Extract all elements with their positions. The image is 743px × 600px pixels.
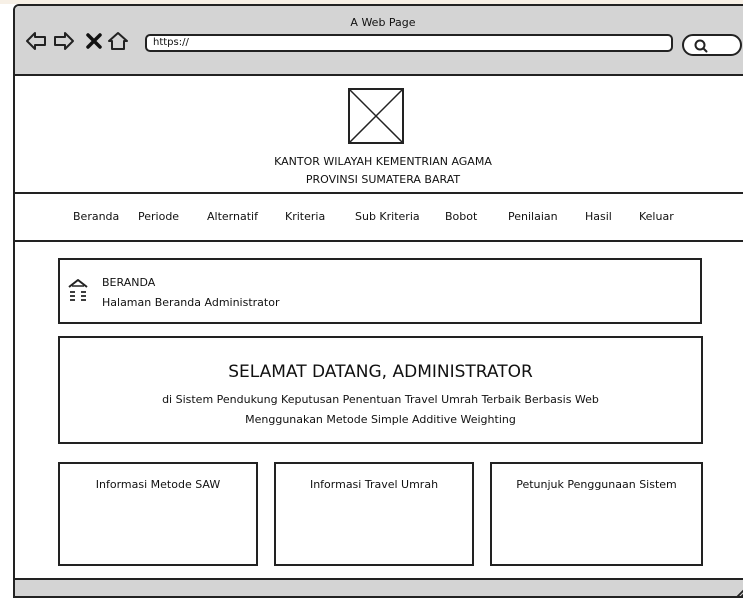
nav-item-hasil[interactable]: Hasil [585,210,612,223]
back-icon[interactable] [25,30,47,52]
status-bar [15,578,743,598]
welcome-description-line-1: di Sistem Pendukung Keputusan Penentuan … [162,393,599,406]
nav-item-penilaian[interactable]: Penilaian [508,210,558,223]
nav-item-periode[interactable]: Periode [138,210,179,223]
org-name-line-2: PROVINSI SUMATERA BARAT [305,173,461,186]
close-icon[interactable] [83,30,105,52]
org-name-line-1: KANTOR WILAYAH KEMENTRIAN AGAMA [274,155,492,168]
nav-item-kriteria[interactable]: Kriteria [285,210,325,223]
main-navigation: Beranda Periode Alternatif Kriteria Sub … [15,192,743,242]
window-title: A Web Page [350,16,416,29]
browser-window: A Web Page https:// KANTOR WILAYAH KEMEN… [13,4,743,598]
card-petunjuk-penggunaan-sistem[interactable]: Petunjuk Penggunaan Sistem [490,462,703,566]
nav-item-bobot[interactable]: Bobot [445,210,477,223]
card-title: Informasi Travel Umrah [309,478,439,491]
breadcrumb-subtitle: Halaman Beranda Administrator [102,296,280,309]
logo-image-placeholder [348,88,404,144]
nav-item-alternatif[interactable]: Alternatif [207,210,258,223]
breadcrumb-title: BERANDA [102,276,156,289]
card-informasi-metode-saw[interactable]: Informasi Metode SAW [58,462,258,566]
nav-item-beranda[interactable]: Beranda [73,210,119,223]
welcome-panel: SELAMAT DATANG, ADMINISTRATOR di Sistem … [58,336,703,444]
search-button[interactable] [682,34,742,56]
card-informasi-travel-umrah[interactable]: Informasi Travel Umrah [274,462,474,566]
welcome-description-line-2: Menggunakan Metode Simple Additive Weigh… [245,413,516,426]
site-header: KANTOR WILAYAH KEMENTRIAN AGAMA PROVINSI… [15,78,743,190]
breadcrumb-panel: BERANDA Halaman Beranda Administrator [58,258,702,324]
address-bar[interactable]: https:// [145,34,673,52]
nav-item-keluar[interactable]: Keluar [639,210,674,223]
nav-item-sub-kriteria[interactable]: Sub Kriteria [355,210,420,223]
card-title: Petunjuk Penggunaan Sistem [516,478,677,491]
home-icon[interactable] [107,30,129,52]
forward-icon[interactable] [53,30,75,52]
home-icon [68,279,88,301]
browser-toolbar: A Web Page https:// [15,6,743,76]
search-icon [694,39,708,53]
card-title: Informasi Metode SAW [95,478,221,491]
welcome-title: SELAMAT DATANG, ADMINISTRATOR [228,362,533,382]
resize-grip-icon[interactable] [731,586,743,598]
